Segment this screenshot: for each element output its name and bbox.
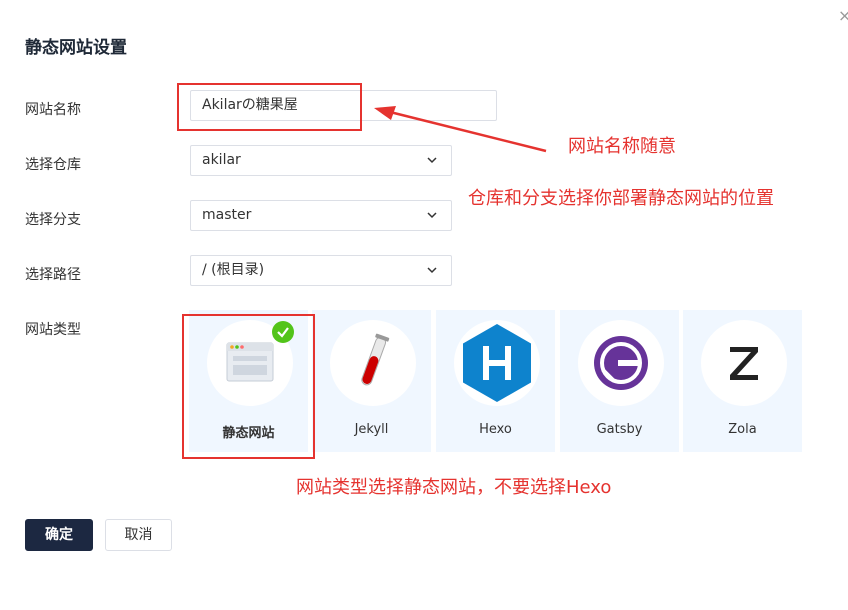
site-name-label: 网站名称 [25, 102, 81, 118]
site-type-zola[interactable]: Zola [683, 310, 802, 452]
path-label: 选择路径 [25, 267, 81, 283]
repo-label: 选择仓库 [25, 157, 81, 173]
site-type-label-gatsby: Gatsby [596, 422, 643, 437]
site-type-hexo[interactable]: Hexo [436, 310, 555, 452]
close-icon[interactable]: × [838, 6, 848, 25]
site-type-jekyll[interactable]: Jekyll [312, 310, 431, 452]
path-select[interactable]: / (根目录) [190, 255, 452, 286]
site-name-note: 网站名称随意 [568, 136, 676, 157]
repo-branch-note: 仓库和分支选择你部署静态网站的位置 [468, 188, 774, 209]
static-type-highlight [182, 314, 315, 459]
repo-value: akilar [202, 152, 241, 168]
site-type-label: 网站类型 [25, 322, 81, 338]
hexo-icon [463, 324, 531, 402]
dialog-title: 静态网站设置 [25, 38, 127, 58]
site-type-gatsby[interactable]: Gatsby [560, 310, 679, 452]
branch-value: master [202, 207, 252, 223]
site-type-note: 网站类型选择静态网站，不要选择Hexo [296, 477, 612, 498]
site-type-label-zola: Zola [728, 422, 757, 437]
chevron-down-icon [427, 212, 437, 219]
zola-icon [730, 347, 758, 380]
chevron-down-icon [427, 267, 437, 274]
site-name-highlight [177, 83, 362, 131]
site-type-label-hexo: Hexo [479, 422, 512, 437]
cancel-button[interactable]: 取消 [105, 519, 172, 551]
site-type-label-jekyll: Jekyll [354, 422, 389, 437]
path-value: / (根目录) [202, 262, 265, 278]
gatsby-icon [594, 336, 648, 390]
branch-select[interactable]: master [190, 200, 452, 231]
arrow-icon [374, 106, 547, 153]
test-tube-icon [361, 333, 390, 386]
confirm-button[interactable]: 确定 [25, 519, 93, 551]
branch-label: 选择分支 [25, 212, 81, 228]
